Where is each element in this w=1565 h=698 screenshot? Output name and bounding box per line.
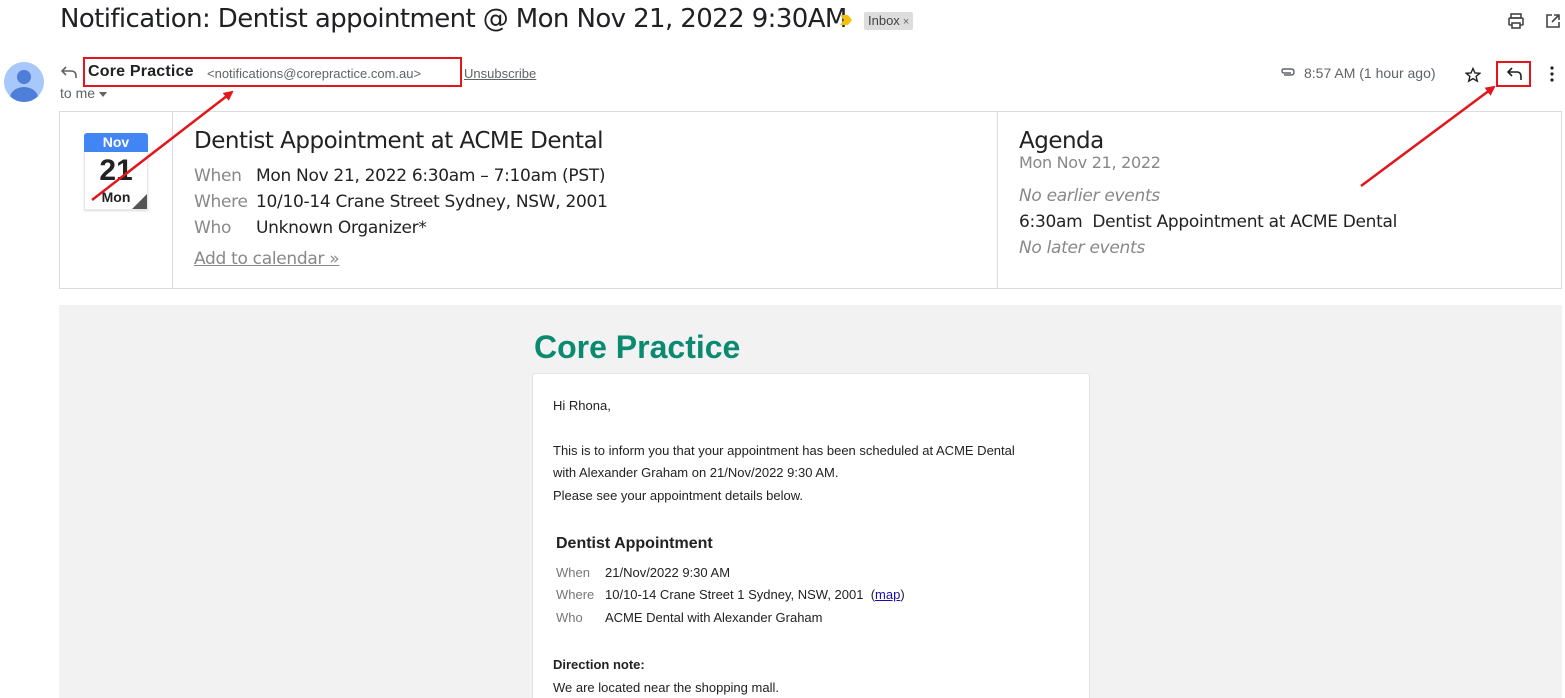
agenda-no-earlier: No earlier events — [1019, 186, 1160, 206]
agenda-no-later: No later events — [1019, 238, 1145, 258]
recipient-text: to me — [60, 85, 96, 101]
email-subject: Notification: Dentist appointment @ Mon … — [60, 4, 847, 34]
more-vert-icon[interactable] — [1548, 65, 1556, 83]
event-row-label: Where — [194, 192, 248, 212]
direction-note-title: Direction note: — [553, 657, 645, 672]
sender-name[interactable]: Core Practice — [88, 63, 194, 81]
reply-button[interactable] — [1496, 61, 1531, 87]
event-row-value: 10/10-14 Crane Street Sydney, NSW, 2001 — [256, 192, 608, 212]
agenda-event-time: 6:30am — [1019, 212, 1083, 232]
map-link[interactable]: map — [875, 587, 900, 602]
star-icon[interactable] — [1465, 67, 1481, 83]
chevron-down-icon — [99, 91, 108, 97]
body-line: This is to inform you that your appointm… — [553, 443, 1015, 458]
inbox-label-text: Inbox — [868, 13, 900, 28]
map-close-paren: ) — [900, 587, 905, 602]
agenda-panel: Agenda Mon Nov 21, 2022 No earlier event… — [997, 112, 1561, 288]
appointment-row-label: When — [556, 565, 590, 580]
unsubscribe-link[interactable]: Unsubscribe — [464, 66, 536, 81]
appointment-row-value: 21/Nov/2022 9:30 AM — [605, 565, 731, 580]
email-timestamp: 8:57 AM (1 hour ago) — [1304, 65, 1436, 81]
event-when-row: When Mon Nov 21, 2022 6:30am – 7:10am (PS… — [194, 166, 606, 186]
calendar-invite-card: Nov 21 Mon Dentist Appointment at ACME D… — [59, 111, 1562, 289]
reply-icon — [60, 66, 77, 78]
inbox-label[interactable]: Inbox × — [864, 12, 914, 30]
calendar-day: 21 — [99, 154, 133, 187]
event-row-value: Mon Nov 21, 2022 6:30am – 7:10am (PST) — [256, 166, 606, 186]
calendar-month: Nov — [84, 133, 148, 152]
reply-icon — [1506, 67, 1522, 80]
greeting: Hi Rhona, — [553, 398, 611, 413]
message-card: Hi Rhona, This is to inform you that you… — [532, 373, 1090, 698]
recipient-details[interactable]: to me — [60, 85, 108, 101]
importance-marker-icon[interactable] — [840, 15, 852, 25]
appointment-where-row: Where 10/10-14 Crane Street 1 Sydney, NSW… — [556, 587, 905, 602]
calendar-weekday: Mon — [101, 189, 131, 205]
appointment-when-row: When 21/Nov/2022 9:30 AM — [556, 565, 730, 580]
event-row-value: Unknown Organizer* — [256, 218, 427, 238]
event-title: Dentist Appointment at ACME Dental — [194, 128, 604, 154]
brand-heading: Core Practice — [534, 329, 741, 365]
agenda-title: Agenda — [1019, 128, 1104, 154]
event-who-row: Who Unknown Organizer* — [194, 218, 427, 238]
event-where-row: Where 10/10-14 Crane Street Sydney, NSW, … — [194, 192, 608, 212]
calendar-date-panel: Nov 21 Mon — [60, 112, 173, 288]
appointment-row-value: ACME Dental with Alexander Graham — [605, 610, 823, 625]
open-in-new-window-icon[interactable] — [1544, 12, 1562, 30]
remove-label-icon[interactable]: × — [903, 16, 909, 28]
attachment-icon — [1281, 68, 1295, 76]
appointment-row-label: Where — [556, 587, 595, 602]
appointment-title: Dentist Appointment — [556, 535, 713, 552]
calendar-date-icon: Nov 21 Mon — [84, 133, 149, 210]
avatar-body — [10, 87, 38, 102]
avatar-head — [17, 70, 31, 84]
agenda-event-title: Dentist Appointment at ACME Dental — [1092, 212, 1398, 232]
add-to-calendar-link[interactable]: Add to calendar » — [194, 249, 340, 269]
direction-note-text: We are located near the shopping mall. — [553, 680, 779, 695]
print-icon[interactable] — [1507, 12, 1525, 30]
agenda-date: Mon Nov 21, 2022 — [1019, 153, 1161, 172]
body-line: with Alexander Graham on 21/Nov/2022 9:3… — [553, 465, 839, 480]
appointment-who-row: Who ACME Dental with Alexander Graham — [556, 610, 822, 625]
avatar[interactable] — [4, 62, 44, 102]
agenda-event[interactable]: 6:30am Dentist Appointment at ACME Dental — [1019, 212, 1397, 232]
event-row-label: Who — [194, 218, 232, 238]
body-line: Please see your appointment details belo… — [553, 488, 804, 503]
email-body: Core Practice Hi Rhona, This is to infor… — [59, 305, 1562, 698]
event-row-label: When — [194, 166, 242, 186]
sender-email: <notifications@corepractice.com.au> — [207, 66, 422, 81]
appointment-row-value: 10/10-14 Crane Street 1 Sydney, NSW, 200… — [605, 587, 864, 602]
appointment-row-label: Who — [556, 610, 583, 625]
